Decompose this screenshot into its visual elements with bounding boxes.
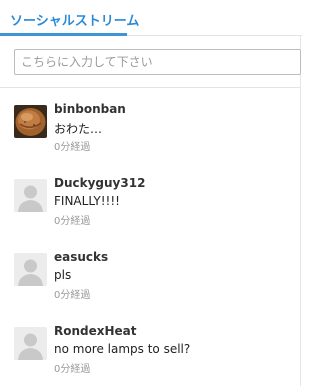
timestamp: 0分経過 xyxy=(54,216,91,227)
list-item[interactable]: RondexHeat no more lamps to sell? 0分経過 xyxy=(0,311,301,385)
tab-social-stream[interactable]: ソーシャルストリーム xyxy=(0,0,149,36)
message-text: no more lamps to sell? xyxy=(54,342,191,356)
tab-label: ソーシャルストリーム xyxy=(10,14,140,29)
default-avatar-icon xyxy=(14,179,47,212)
username[interactable]: easucks xyxy=(54,250,108,264)
message-text: FINALLY!!!! xyxy=(54,194,120,208)
username[interactable]: binbonban xyxy=(54,102,126,116)
username[interactable]: Duckyguy312 xyxy=(54,176,145,190)
stream-panel: binbonban おわた… 0分経過 Duckyguy312 FINALLY!… xyxy=(0,36,301,386)
list-item[interactable]: Duckyguy312 FINALLY!!!! 0分経過 xyxy=(0,163,301,237)
avatar[interactable] xyxy=(14,253,47,286)
timestamp: 0分経過 xyxy=(54,290,91,301)
photo-avatar-icon xyxy=(14,105,47,138)
tab-bar: ソーシャルストリーム xyxy=(0,0,302,36)
avatar[interactable] xyxy=(14,327,47,360)
default-avatar-icon xyxy=(14,327,47,360)
username[interactable]: RondexHeat xyxy=(54,324,137,338)
search-bar xyxy=(0,36,301,88)
default-avatar-icon xyxy=(14,253,47,286)
avatar[interactable] xyxy=(14,179,47,212)
message-text: おわた… xyxy=(54,122,103,136)
list-item[interactable]: binbonban おわた… 0分経過 xyxy=(0,89,301,163)
search-input[interactable] xyxy=(14,49,301,75)
timestamp: 0分経過 xyxy=(54,364,91,375)
message-text: pls xyxy=(54,268,72,282)
list-item[interactable]: easucks pls 0分経過 xyxy=(0,237,301,311)
timestamp: 0分経過 xyxy=(54,142,91,153)
avatar[interactable] xyxy=(14,105,47,138)
